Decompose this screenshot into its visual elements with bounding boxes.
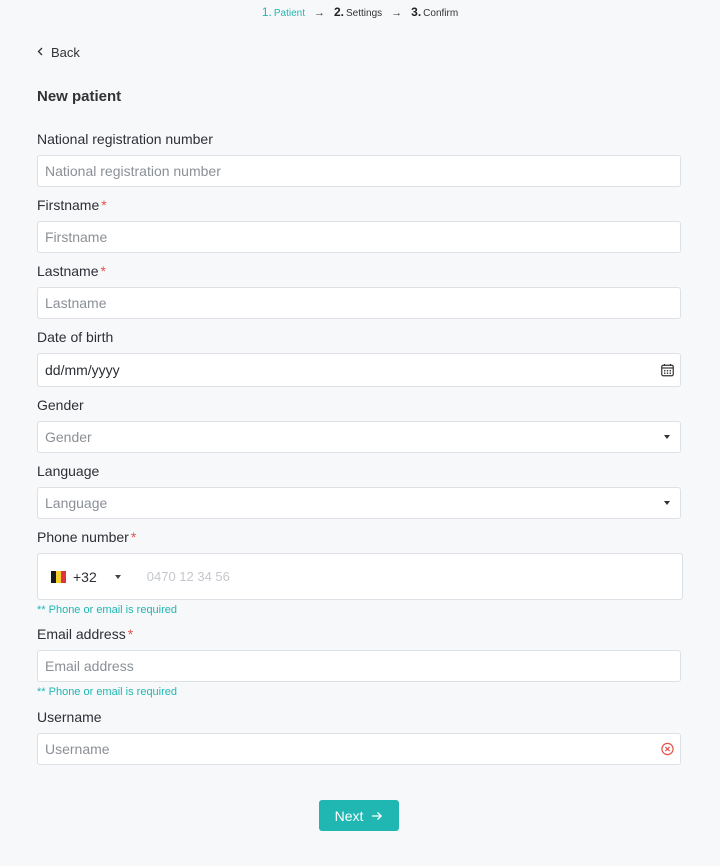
required-marker: * bbox=[101, 197, 107, 213]
chevron-left-icon bbox=[37, 47, 43, 59]
nrn-placeholder: National registration number bbox=[45, 163, 221, 179]
dob-value: dd/mm/yyyy bbox=[45, 362, 120, 378]
firstname-input[interactable]: Firstname bbox=[37, 221, 681, 253]
firstname-field: Firstname * Firstname bbox=[37, 197, 682, 253]
step-patient[interactable]: 1. Patient bbox=[262, 5, 305, 19]
step-settings[interactable]: 2. Settings bbox=[334, 5, 382, 19]
firstname-label: Firstname * bbox=[37, 197, 107, 213]
language-field: Language Language bbox=[37, 463, 682, 519]
step-label: Patient bbox=[273, 8, 305, 19]
language-label: Language bbox=[37, 463, 100, 479]
lastname-placeholder: Lastname bbox=[45, 295, 107, 311]
dob-label: Date of birth bbox=[37, 329, 114, 345]
dial-code-selector[interactable]: +32 bbox=[73, 569, 97, 585]
next-label: Next bbox=[334, 807, 364, 824]
language-select[interactable]: Language bbox=[37, 487, 681, 519]
dob-input[interactable]: dd/mm/yyyy bbox=[37, 353, 681, 387]
step-number: 1. bbox=[261, 5, 272, 19]
page-title: New patient bbox=[37, 88, 122, 105]
firstname-placeholder: Firstname bbox=[45, 229, 108, 245]
step-number: 3. bbox=[411, 5, 422, 19]
step-number: 2. bbox=[333, 5, 344, 19]
language-placeholder: Language bbox=[45, 495, 108, 511]
step-label: Settings bbox=[346, 8, 383, 19]
error-circle-icon bbox=[661, 742, 674, 756]
back-label: Back bbox=[51, 45, 80, 60]
email-placeholder: Email address bbox=[45, 658, 134, 674]
email-field: Email address * Email address ** Phone or… bbox=[37, 626, 682, 698]
dob-field: Date of birth dd/mm/yyyy bbox=[37, 329, 682, 387]
email-hint: ** Phone or email is required bbox=[37, 686, 178, 698]
email-label: Email address * bbox=[37, 626, 134, 642]
username-placeholder: Username bbox=[45, 741, 110, 757]
lastname-label: Lastname * bbox=[37, 263, 106, 279]
caret-down-icon bbox=[664, 435, 670, 439]
step-confirm[interactable]: 3. Confirm bbox=[411, 5, 458, 19]
username-input[interactable]: Username bbox=[37, 733, 681, 765]
step-arrow-icon: → bbox=[391, 7, 403, 19]
new-patient-page: 1. Patient → 2. Settings → 3. Confirm Ba… bbox=[0, 0, 720, 866]
nrn-label: National registration number bbox=[37, 131, 213, 147]
phone-label: Phone number * bbox=[37, 529, 137, 545]
calendar-icon[interactable] bbox=[661, 364, 674, 377]
required-marker: * bbox=[130, 529, 137, 545]
back-button[interactable]: Back bbox=[37, 45, 80, 60]
username-label: Username bbox=[37, 709, 102, 725]
nrn-field: National registration number National re… bbox=[37, 131, 682, 187]
lastname-input[interactable]: Lastname bbox=[37, 287, 681, 319]
next-button[interactable]: Next bbox=[319, 800, 399, 831]
phone-hint: ** Phone or email is required bbox=[37, 604, 178, 616]
required-marker: * bbox=[127, 626, 134, 642]
gender-select[interactable]: Gender bbox=[37, 421, 681, 453]
lastname-field: Lastname * Lastname bbox=[37, 263, 682, 319]
gender-label: Gender bbox=[37, 397, 84, 413]
phone-input-group: +32 0470 12 34 56 bbox=[37, 553, 683, 600]
email-input[interactable]: Email address bbox=[37, 650, 681, 682]
nrn-input[interactable]: National registration number bbox=[37, 155, 681, 187]
phone-input[interactable]: 0470 12 34 56 bbox=[147, 569, 230, 584]
step-arrow-icon: → bbox=[313, 7, 325, 19]
caret-down-icon bbox=[664, 501, 670, 505]
phone-field: Phone number * +32 0470 12 34 56 ** Phone… bbox=[37, 529, 683, 616]
gender-placeholder: Gender bbox=[45, 429, 92, 445]
belgium-flag-icon[interactable] bbox=[51, 570, 66, 583]
stepper: 1. Patient → 2. Settings → 3. Confirm bbox=[0, 5, 720, 19]
caret-down-icon[interactable] bbox=[114, 574, 121, 579]
arrow-right-icon bbox=[371, 808, 383, 824]
step-label: Confirm bbox=[423, 8, 459, 19]
username-field: Username Username bbox=[37, 709, 682, 765]
gender-field: Gender Gender bbox=[37, 397, 682, 453]
required-marker: * bbox=[100, 263, 106, 279]
